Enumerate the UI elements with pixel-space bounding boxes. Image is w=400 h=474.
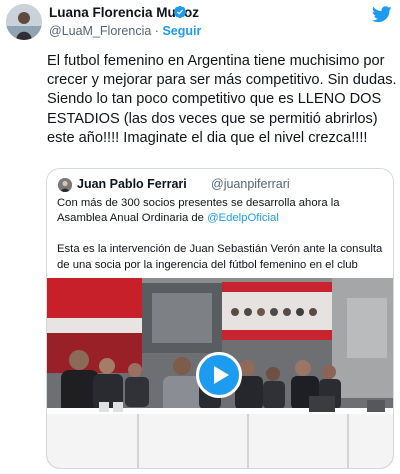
quoted-tweet-text: Con más de 300 socios presentes se desar… xyxy=(57,196,389,273)
quoted-text-part2: Esta es la intervención de Juan Sebastiá… xyxy=(57,243,383,271)
author-handle-line: @LuaM_Florencia · Seguir xyxy=(49,24,201,38)
play-icon xyxy=(214,366,229,384)
tweet-header: Luana Florencia Muñoz @LuaM_Florencia · … xyxy=(0,0,400,46)
author-avatar[interactable] xyxy=(6,4,42,40)
verified-badge-icon xyxy=(173,5,187,19)
author-handle[interactable]: @LuaM_Florencia xyxy=(49,24,151,38)
separator-dot: · xyxy=(151,24,163,38)
quoted-author-avatar xyxy=(58,178,72,192)
mention-link[interactable]: @EdelpOficial xyxy=(207,212,279,224)
play-button[interactable] xyxy=(196,352,242,398)
twitter-bird-icon[interactable] xyxy=(372,6,392,23)
quoted-tweet[interactable]: Juan Pablo Ferrari @juanpiferrari Con má… xyxy=(46,168,394,469)
quoted-text-part1: Con más de 300 socios presentes se desar… xyxy=(57,197,343,225)
quoted-author-handle: @juanpiferrari xyxy=(211,177,290,191)
video-player[interactable] xyxy=(47,278,393,468)
follow-button[interactable]: Seguir xyxy=(162,24,201,38)
avatar-photo xyxy=(6,4,42,40)
quoted-avatar-photo xyxy=(58,178,72,192)
quoted-author-name: Juan Pablo Ferrari xyxy=(77,177,187,191)
tweet-text: El futbol femenino en Argentina tiene mu… xyxy=(47,53,397,146)
